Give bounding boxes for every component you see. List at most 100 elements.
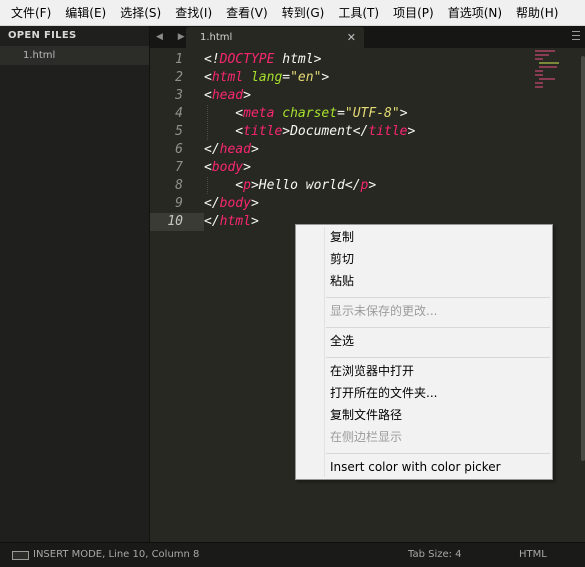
code-token: < [204, 88, 212, 103]
code-token: </ [204, 142, 220, 157]
code-token: >Document</ [282, 124, 369, 139]
indent-guide [207, 105, 208, 140]
code-line[interactable]: <body> [204, 159, 251, 177]
menu-file[interactable]: 文件(F) [4, 0, 58, 26]
code-token: < [204, 124, 244, 139]
code-token: head [211, 88, 244, 103]
minimap-line [535, 54, 549, 56]
code-line[interactable]: </body> [204, 195, 259, 213]
code-line[interactable]: <html lang="en"> [204, 69, 329, 87]
line-number: 2 [175, 70, 183, 85]
code-token: "UTF-8" [344, 106, 400, 121]
code-token: html> [274, 52, 322, 67]
ctx-separator [326, 327, 550, 328]
code-token: </ [204, 214, 220, 229]
console-toggle-icon[interactable] [12, 551, 29, 560]
sidebar-file-item[interactable]: 1.html [0, 46, 149, 65]
menu-tools[interactable]: 工具(T) [331, 0, 386, 26]
minimap-line [535, 70, 543, 72]
code-token: > [243, 160, 251, 175]
code-token: </ [204, 196, 220, 211]
code-token: > [243, 88, 251, 103]
code-token: > [250, 196, 259, 211]
minimap-line [539, 78, 555, 80]
ctx-paste[interactable]: 粘贴 [330, 270, 354, 292]
minimap-line [535, 74, 543, 76]
ctx-reveal-in-sidebar: 在侧边栏显示 [330, 430, 403, 444]
menu-project[interactable]: 项目(P) [386, 0, 441, 26]
code-line[interactable]: <title>Document</title> [204, 123, 415, 141]
minimap[interactable] [535, 50, 561, 100]
code-token: head [219, 142, 251, 157]
context-menu: 复制 剪切 粘贴 显示未保存的更改... 全选 在浏览器中打开 打开所在的文件夹… [295, 224, 553, 480]
code-line[interactable]: </html> [204, 213, 259, 231]
menu-bar: 文件(F) 编辑(E) 选择(S) 查找(I) 查看(V) 转到(G) 工具(T… [0, 0, 585, 26]
code-line[interactable]: <head> [204, 87, 251, 105]
code-token: < [204, 178, 244, 193]
status-bar: INSERT MODE, Line 10, Column 8 Tab Size:… [0, 542, 585, 567]
tab-close-icon[interactable]: ✕ [347, 27, 356, 48]
code-token: DOCTYPE [219, 52, 275, 67]
ctx-open-containing-folder[interactable]: 打开所在的文件夹... [330, 382, 437, 404]
line-number-gutter: 1 2 3 4 5 6 7 8 9 10 [150, 48, 192, 542]
line-number: 6 [175, 142, 183, 157]
code-line[interactable]: <p>Hello world</p> [204, 177, 376, 195]
code-line[interactable]: <meta charset="UTF-8"> [204, 105, 408, 123]
line-number: 1 [175, 52, 183, 67]
menu-preferences[interactable]: 首选项(N) [441, 0, 509, 26]
menu-edit[interactable]: 编辑(E) [58, 0, 113, 26]
code-token: title [243, 124, 283, 139]
ctx-separator [326, 297, 550, 298]
code-token: > [399, 106, 408, 121]
code-token: title [368, 124, 408, 139]
code-token: = [282, 70, 291, 85]
code-token: > [250, 142, 259, 157]
menu-find[interactable]: 查找(I) [168, 0, 219, 26]
tab-list-menu-icon[interactable] [570, 28, 582, 42]
code-token: < [204, 160, 212, 175]
code-token: html [219, 214, 251, 229]
code-token: <! [204, 52, 220, 67]
tab-label: 1.html [200, 32, 233, 43]
line-number: 10 [167, 214, 183, 229]
menu-selection[interactable]: 选择(S) [113, 0, 168, 26]
minimap-line [539, 62, 559, 64]
menu-goto[interactable]: 转到(G) [275, 0, 332, 26]
minimap-line [535, 86, 543, 88]
sidebar: OPEN FILES 1.html [0, 26, 150, 542]
ctx-show-unsaved-changes: 显示未保存的更改... [330, 304, 438, 318]
minimap-line [535, 82, 543, 84]
ctx-copy[interactable]: 复制 [330, 226, 354, 248]
minimap-line [535, 58, 543, 60]
menu-help[interactable]: 帮助(H) [509, 0, 565, 26]
line-number: 7 [175, 160, 183, 175]
ctx-separator [326, 453, 550, 454]
code-token: html [211, 70, 244, 85]
ctx-copy-file-path[interactable]: 复制文件路径 [330, 404, 402, 426]
ctx-select-all[interactable]: 全选 [330, 330, 354, 352]
code-token: > [368, 178, 377, 193]
vertical-scrollbar[interactable] [581, 56, 585, 461]
ctx-insert-color[interactable]: Insert color with color picker [330, 456, 501, 478]
line-number: 4 [175, 106, 183, 121]
code-token: lang [250, 70, 283, 85]
code-token: meta [243, 106, 275, 121]
ctx-cut[interactable]: 剪切 [330, 248, 354, 270]
open-files-header: OPEN FILES [8, 30, 77, 41]
code-token: >Hello world</ [250, 178, 361, 193]
minimap-line [539, 66, 557, 68]
ctx-open-in-browser[interactable]: 在浏览器中打开 [330, 360, 414, 382]
indent-guide [207, 177, 208, 194]
code-token: > [250, 214, 259, 229]
line-number: 5 [175, 124, 183, 139]
menu-view[interactable]: 查看(V) [219, 0, 275, 26]
code-line[interactable]: <!DOCTYPE html> [204, 51, 321, 69]
code-token: < [204, 70, 212, 85]
tab-bar: ◀ ▶ 1.html ✕ [150, 26, 585, 48]
tab-1-html[interactable]: 1.html ✕ [186, 27, 364, 48]
status-syntax[interactable]: HTML [519, 543, 547, 567]
line-number: 8 [175, 178, 183, 193]
status-tab-size[interactable]: Tab Size: 4 [408, 543, 462, 567]
code-line[interactable]: </head> [204, 141, 259, 159]
minimap-line [535, 50, 555, 52]
